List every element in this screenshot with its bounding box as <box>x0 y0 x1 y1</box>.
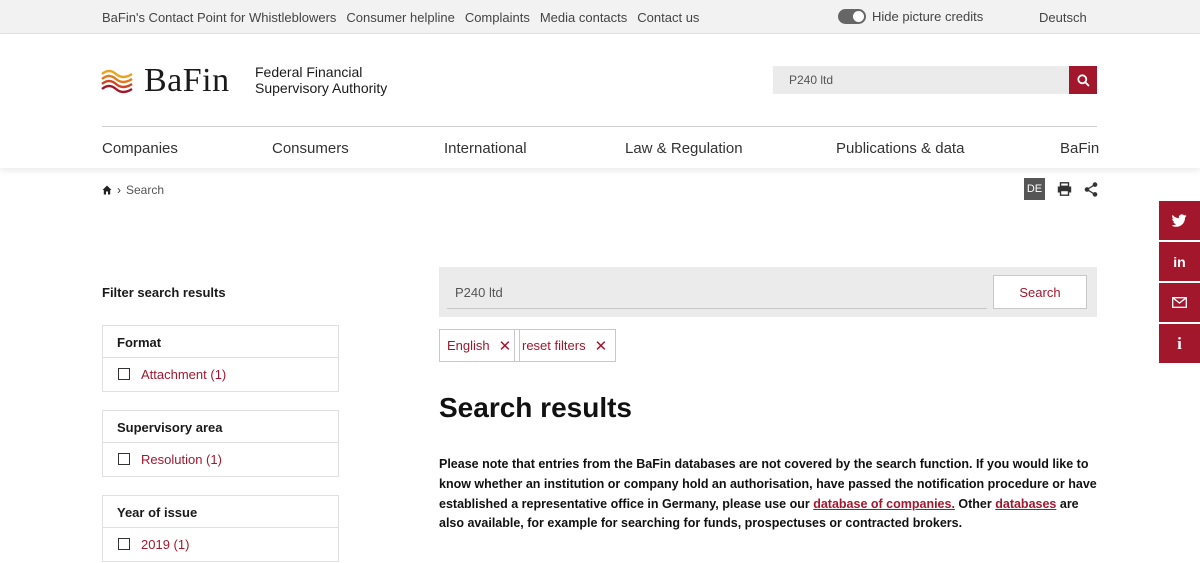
german-version-button[interactable]: DE <box>1024 178 1045 200</box>
filter-option-label[interactable]: Resolution (1) <box>141 452 222 467</box>
checkbox-icon[interactable] <box>118 538 130 550</box>
search-panel: P240 ltd Search <box>439 267 1097 317</box>
linkedin-share-button[interactable]: in <box>1159 242 1200 281</box>
checkbox-icon[interactable] <box>118 453 130 465</box>
linkedin-icon: in <box>1173 253 1186 270</box>
search-input[interactable]: P240 ltd <box>455 285 503 300</box>
nav-item-companies[interactable]: Companies <box>102 140 178 157</box>
reset-filters-chip[interactable]: reset filters ✕ <box>514 329 617 362</box>
filter-option-2019[interactable]: 2019 (1) <box>103 528 338 561</box>
header-search-field[interactable]: P240 ltd <box>773 66 1097 94</box>
breadcrumb-current: Search <box>126 183 165 197</box>
search-icon <box>1076 73 1090 87</box>
nav-item-publications-data[interactable]: Publications & data <box>836 140 964 157</box>
service-bar: BaFin's Contact Point for Whistleblowers… <box>0 0 1200 34</box>
databases-link[interactable]: databases <box>995 497 1056 511</box>
service-links: BaFin's Contact Point for Whistleblowers… <box>102 10 709 25</box>
social-sidebar: in i <box>1159 201 1200 365</box>
site-header: BaFin Federal Financial Supervisory Auth… <box>0 34 1200 168</box>
header-search-button[interactable] <box>1069 66 1097 94</box>
header-search-input[interactable]: P240 ltd <box>789 73 833 87</box>
logo-wordmark: BaFin <box>144 62 230 99</box>
header-divider <box>102 126 1097 127</box>
filter-group-format: Format Attachment (1) <box>102 325 339 392</box>
picture-credits-toggle[interactable]: Hide picture credits <box>838 9 983 24</box>
filter-group-year-of-issue: Year of issue 2019 (1) <box>102 495 339 562</box>
filters-heading: Filter search results <box>102 285 226 300</box>
database-notice: Please note that entries from the BaFin … <box>439 455 1097 534</box>
notice-text: Other <box>954 496 996 511</box>
contact-us-link[interactable]: Contact us <box>637 10 699 25</box>
page-tools: DE <box>1024 178 1098 200</box>
picture-credits-label: Hide picture credits <box>872 9 984 24</box>
filter-group-supervisory-area: Supervisory area Resolution (1) <box>102 410 339 477</box>
language-switch-link[interactable]: Deutsch <box>1039 10 1087 25</box>
nav-item-consumers[interactable]: Consumers <box>272 140 349 157</box>
info-icon: i <box>1177 333 1182 353</box>
filter-group-heading: Year of issue <box>103 496 338 528</box>
twitter-share-button[interactable] <box>1159 201 1200 240</box>
bafin-wave-logo-icon <box>101 69 133 94</box>
breadcrumb: › Search <box>102 183 164 197</box>
info-button[interactable]: i <box>1159 324 1200 363</box>
nav-item-bafin[interactable]: BaFin <box>1060 140 1099 157</box>
logo-subtitle-line2: Supervisory Authority <box>255 80 388 96</box>
consumer-helpline-link[interactable]: Consumer helpline <box>346 10 454 25</box>
database-of-companies-link[interactable]: database of companies. <box>813 497 955 511</box>
twitter-icon <box>1172 214 1187 227</box>
chip-label: English <box>447 338 490 353</box>
media-contacts-link[interactable]: Media contacts <box>540 10 627 25</box>
mail-icon <box>1172 297 1187 308</box>
whistleblowers-link[interactable]: BaFin's Contact Point for Whistleblowers <box>102 10 336 25</box>
email-share-button[interactable] <box>1159 283 1200 322</box>
home-icon[interactable] <box>102 185 112 195</box>
nav-item-law-regulation[interactable]: Law & Regulation <box>625 140 743 157</box>
bafin-logo[interactable]: BaFin <box>100 62 230 100</box>
filter-option-resolution[interactable]: Resolution (1) <box>103 443 338 476</box>
filter-group-heading: Format <box>103 326 338 358</box>
checkbox-icon[interactable] <box>118 368 130 380</box>
close-icon[interactable]: ✕ <box>595 337 608 355</box>
search-button[interactable]: Search <box>993 275 1087 309</box>
active-filter-english[interactable]: English ✕ <box>439 329 521 362</box>
nav-item-international[interactable]: International <box>444 140 527 157</box>
logo-subtitle-line1: Federal Financial <box>255 64 363 80</box>
share-icon[interactable] <box>1084 181 1098 197</box>
print-icon[interactable] <box>1057 182 1072 196</box>
close-icon[interactable]: ✕ <box>499 337 512 355</box>
filter-option-attachment[interactable]: Attachment (1) <box>103 358 338 391</box>
complaints-link[interactable]: Complaints <box>465 10 530 25</box>
search-input-underline <box>447 308 987 309</box>
chevron-right-icon: › <box>117 183 121 197</box>
page-title: Search results <box>439 392 632 423</box>
filter-option-label[interactable]: 2019 (1) <box>141 537 189 552</box>
chip-label: reset filters <box>522 338 586 353</box>
filter-option-label[interactable]: Attachment (1) <box>141 367 226 382</box>
toggle-switch-icon[interactable] <box>838 9 866 24</box>
filter-group-heading: Supervisory area <box>103 411 338 443</box>
logo-subtitle: Federal Financial Supervisory Authority <box>255 64 387 96</box>
